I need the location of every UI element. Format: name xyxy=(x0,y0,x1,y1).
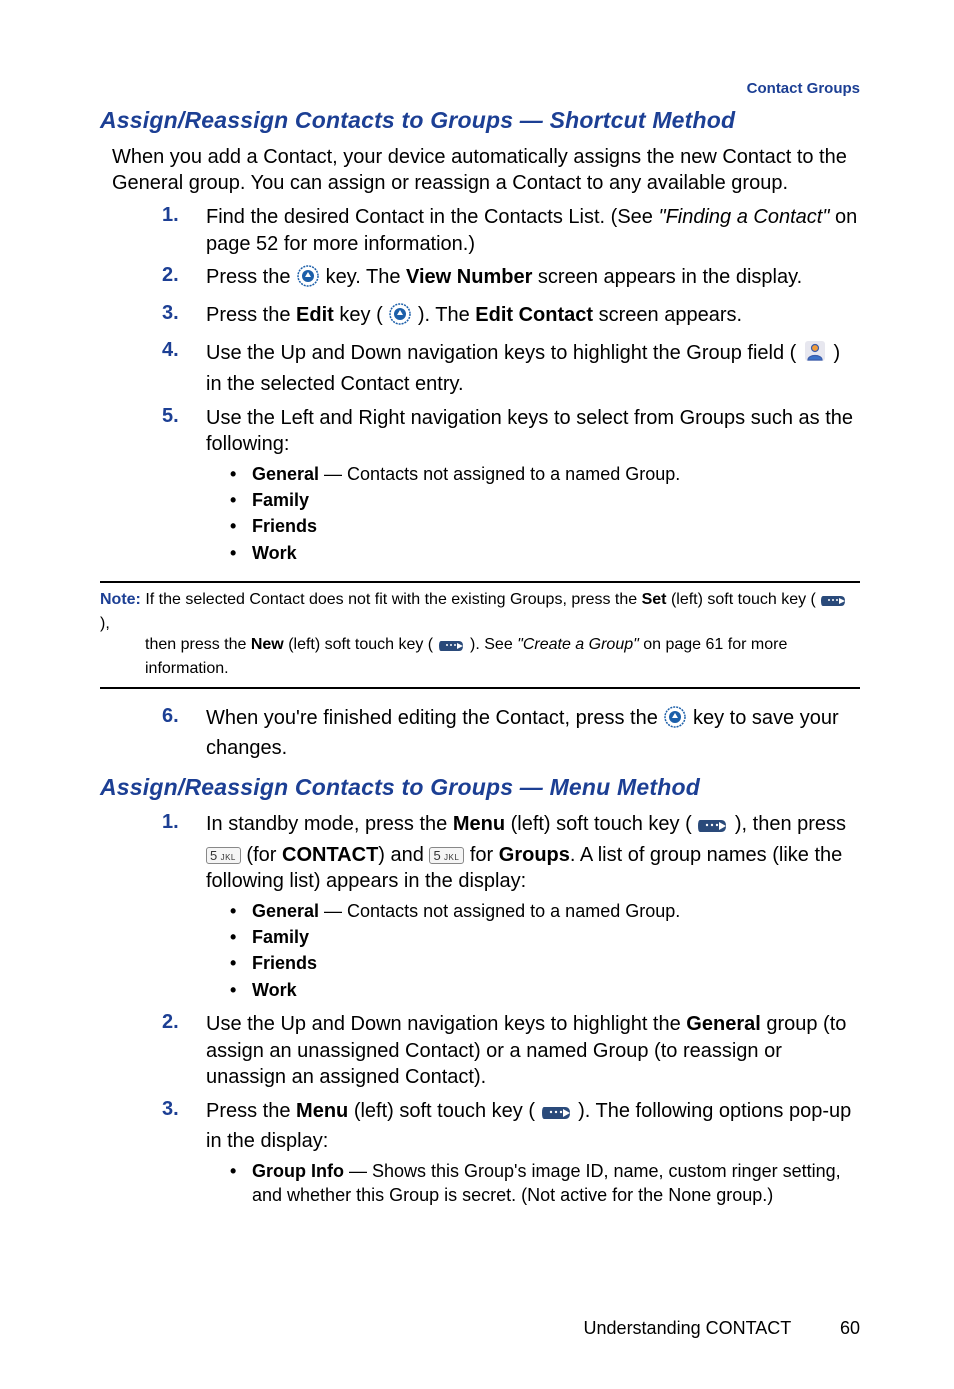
step-number: 2. xyxy=(162,264,206,287)
step-number: 3. xyxy=(162,302,206,325)
step-number: 2. xyxy=(162,1011,206,1034)
ok-key-icon xyxy=(664,706,686,736)
list-item: 6. When you're finished editing the Cont… xyxy=(100,705,860,762)
note-label: Note: xyxy=(100,591,145,608)
running-header: Contact Groups xyxy=(100,80,860,97)
bullet-item: •Friends xyxy=(206,514,860,538)
bullet-item: •Work xyxy=(206,978,860,1002)
bullet-list: •General — Contacts not assigned to a na… xyxy=(206,462,860,565)
step-number: 5. xyxy=(162,405,206,428)
step-body: Use the Left and Right navigation keys t… xyxy=(206,405,860,567)
bullet-item: •Group Info — Shows this Group's image I… xyxy=(206,1159,860,1208)
step-number: 4. xyxy=(162,339,206,362)
person-icon xyxy=(803,339,827,371)
list-item: 2. Use the Up and Down navigation keys t… xyxy=(100,1011,860,1091)
section-title-1: Assign/Reassign Contacts to Groups — Sho… xyxy=(100,107,860,134)
step-number: 1. xyxy=(162,204,206,227)
ordered-list-2: 1. In standby mode, press the Menu (left… xyxy=(100,811,860,1210)
step-body: When you're finished editing the Contact… xyxy=(206,705,860,762)
page-footer: Understanding CONTACT 60 xyxy=(584,1318,860,1339)
step-body: Press the Menu (left) soft touch key ( )… xyxy=(206,1098,860,1210)
ok-key-icon xyxy=(297,265,319,295)
soft-key-icon xyxy=(439,639,465,659)
note-body: If the selected Contact does not fit wit… xyxy=(100,591,848,632)
ordered-list-1-cont: 6. When you're finished editing the Cont… xyxy=(100,705,860,762)
list-item: 3. Press the Edit key ( ). The Edit Cont… xyxy=(100,302,860,333)
step-body: Press the Edit key ( ). The Edit Contact… xyxy=(206,302,860,333)
section-title-2: Assign/Reassign Contacts to Groups — Men… xyxy=(100,774,860,801)
list-item: 2. Press the key. The View Number screen… xyxy=(100,264,860,295)
list-item: 1. Find the desired Contact in the Conta… xyxy=(100,204,860,257)
step-number: 1. xyxy=(162,811,206,834)
bullet-item: •Family xyxy=(206,925,860,949)
step-body: Press the key. The View Number screen ap… xyxy=(206,264,860,295)
step-body: Find the desired Contact in the Contacts… xyxy=(206,204,860,257)
bullet-list: •Group Info — Shows this Group's image I… xyxy=(206,1159,860,1208)
list-item: 4. Use the Up and Down navigation keys t… xyxy=(100,339,860,397)
soft-key-icon xyxy=(698,815,728,842)
bullet-list: •General — Contacts not assigned to a na… xyxy=(206,899,860,1002)
step-body: Use the Up and Down navigation keys to h… xyxy=(206,1011,860,1091)
soft-key-icon xyxy=(542,1102,572,1129)
bullet-item: •Work xyxy=(206,541,860,565)
ordered-list-1: 1. Find the desired Contact in the Conta… xyxy=(100,204,860,567)
step-number: 3. xyxy=(162,1098,206,1121)
note-box: Note: If the selected Contact does not f… xyxy=(100,581,860,689)
bullet-item: •Friends xyxy=(206,951,860,975)
list-item: 1. In standby mode, press the Menu (left… xyxy=(100,811,860,1004)
intro-paragraph: When you add a Contact, your device auto… xyxy=(100,144,860,196)
bullet-item: •General — Contacts not assigned to a na… xyxy=(206,899,860,923)
key-5-icon: 5 JKL xyxy=(206,847,241,864)
ok-key-icon xyxy=(389,303,411,333)
page-number: 60 xyxy=(840,1318,860,1339)
list-item: 3. Press the Menu (left) soft touch key … xyxy=(100,1098,860,1210)
bullet-item: •General — Contacts not assigned to a na… xyxy=(206,462,860,486)
step-number: 6. xyxy=(162,705,206,728)
list-item: 5. Use the Left and Right navigation key… xyxy=(100,405,860,567)
soft-key-icon xyxy=(821,594,847,614)
step-body: In standby mode, press the Menu (left) s… xyxy=(206,811,860,1004)
step-body: Use the Up and Down navigation keys to h… xyxy=(206,339,860,397)
bullet-item: •Family xyxy=(206,488,860,512)
footer-title: Understanding CONTACT xyxy=(584,1318,791,1338)
key-5-icon: 5 JKL xyxy=(429,847,464,864)
